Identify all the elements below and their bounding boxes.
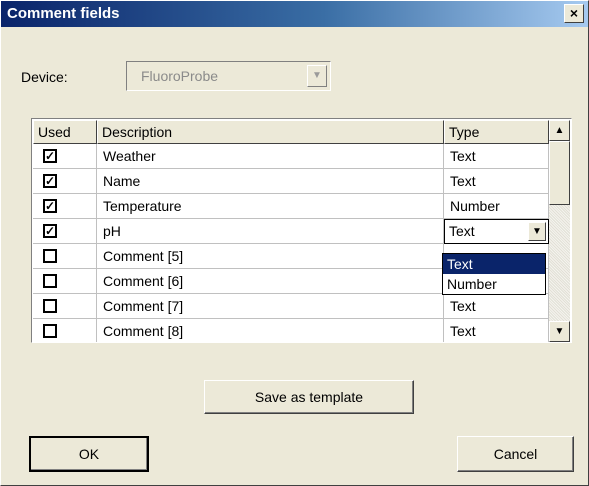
type-cell[interactable]: Text: [444, 319, 549, 342]
description-cell[interactable]: Comment [5]: [97, 244, 444, 269]
column-header-used[interactable]: Used: [33, 120, 97, 144]
table-row[interactable]: ✓ pH Text ▼: [33, 219, 549, 244]
window-title: Comment fields: [7, 5, 120, 22]
type-cell[interactable]: Text: [444, 294, 549, 319]
description-cell[interactable]: Comment [7]: [97, 294, 444, 319]
description-cell[interactable]: Name: [97, 169, 444, 194]
used-cell: ✓: [33, 194, 97, 219]
used-cell: ✓: [33, 219, 97, 244]
comment-fields-table: Used Description Type ✓ Weather Text ✓ Name T…: [31, 118, 572, 343]
used-checkbox[interactable]: [43, 249, 57, 263]
used-checkbox-checked[interactable]: ✓: [43, 149, 57, 163]
type-option-number[interactable]: Number: [443, 274, 545, 294]
type-dropdown-list[interactable]: Text Number: [442, 253, 546, 295]
column-header-description[interactable]: Description: [97, 120, 444, 144]
save-as-template-button[interactable]: Save as template: [204, 380, 414, 414]
description-cell[interactable]: pH: [97, 219, 444, 244]
used-checkbox[interactable]: [43, 324, 57, 338]
cancel-button[interactable]: Cancel: [457, 436, 574, 472]
vertical-scrollbar[interactable]: ▲ ▼: [549, 120, 570, 342]
chevron-down-icon: ▼: [307, 65, 327, 87]
description-cell[interactable]: Comment [6]: [97, 269, 444, 294]
chevron-down-icon[interactable]: ▼: [528, 222, 546, 241]
type-cell[interactable]: Number: [444, 194, 549, 219]
scroll-up-arrow-icon[interactable]: ▲: [549, 120, 570, 141]
table-row[interactable]: ✓ Weather Text: [33, 144, 549, 169]
scroll-down-arrow-icon[interactable]: ▼: [549, 321, 570, 342]
type-combo-box[interactable]: Text ▼: [444, 219, 549, 244]
comment-fields-dialog: Comment fields × Device: FluoroProbe ▼ U…: [0, 0, 589, 486]
table-body: Used Description Type ✓ Weather Text ✓ Name T…: [33, 120, 549, 342]
description-cell[interactable]: Weather: [97, 144, 444, 169]
used-cell: ✓: [33, 169, 97, 194]
table-row[interactable]: Comment [7] Text: [33, 294, 549, 319]
used-checkbox-checked[interactable]: ✓: [43, 199, 57, 213]
used-cell: [33, 269, 97, 294]
description-cell[interactable]: Comment [8]: [97, 319, 444, 342]
device-select-value: FluoroProbe: [141, 68, 219, 84]
close-button[interactable]: ×: [564, 4, 584, 23]
table-row[interactable]: Comment [8] Text: [33, 319, 549, 342]
table-row[interactable]: ✓ Name Text: [33, 169, 549, 194]
used-cell: ✓: [33, 144, 97, 169]
ok-button[interactable]: OK: [29, 436, 149, 472]
used-checkbox[interactable]: [43, 299, 57, 313]
used-cell: [33, 294, 97, 319]
title-bar: Comment fields ×: [1, 1, 588, 27]
used-checkbox[interactable]: [43, 274, 57, 288]
device-select: FluoroProbe ▼: [126, 61, 331, 91]
used-cell: [33, 319, 97, 342]
type-cell[interactable]: Text: [444, 169, 549, 194]
scroll-thumb[interactable]: [549, 141, 570, 205]
used-checkbox-checked[interactable]: ✓: [43, 224, 57, 238]
type-combo-value: Text: [449, 223, 475, 239]
used-checkbox-checked[interactable]: ✓: [43, 174, 57, 188]
used-cell: [33, 244, 97, 269]
device-label: Device:: [21, 69, 68, 85]
column-header-type[interactable]: Type: [444, 120, 549, 144]
type-cell[interactable]: Text: [444, 144, 549, 169]
description-cell[interactable]: Temperature: [97, 194, 444, 219]
table-row[interactable]: ✓ Temperature Number: [33, 194, 549, 219]
type-option-text[interactable]: Text: [443, 254, 545, 274]
